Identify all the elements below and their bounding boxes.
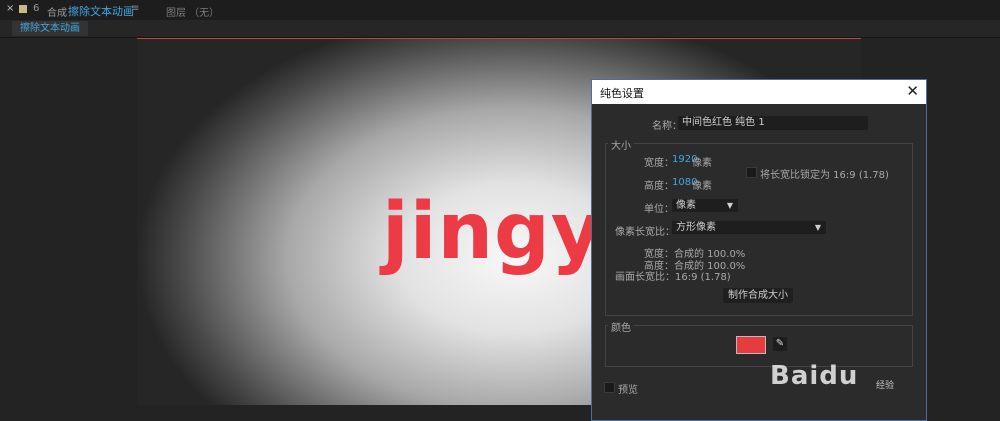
chevron-down-icon: ▼ xyxy=(814,223,821,232)
comp-tab-name[interactable]: 擦除文本动画 xyxy=(68,3,134,19)
comp-prefix-label: 合成 xyxy=(47,8,67,19)
dialog-titlebar: 纯色设置 ✕ xyxy=(592,80,926,104)
pixel-aspect-label: 像素长宽比： xyxy=(615,227,675,238)
comp-breadcrumb-tab[interactable]: 擦除文本动画 xyxy=(12,21,88,36)
close-tab-icon[interactable]: × xyxy=(6,3,14,14)
baidu-watermark: Baidu xyxy=(770,361,859,391)
lock-aspect-label: 将长宽比锁定为 16:9 (1.78) xyxy=(760,170,889,181)
unit-select[interactable]: 像素 ▼ xyxy=(672,199,738,212)
height-unit: 像素 xyxy=(692,181,712,192)
name-input[interactable]: 中间色红色 纯色 1 xyxy=(678,116,868,130)
pixel-aspect-select[interactable]: 方形像素 ▼ xyxy=(672,221,826,234)
eyedropper-icon[interactable]: ✎ xyxy=(773,337,787,351)
width-unit: 像素 xyxy=(692,158,712,169)
layer-tab[interactable]: 图层 （无） xyxy=(166,4,219,19)
make-comp-size-button[interactable]: 制作合成大小 xyxy=(723,288,793,303)
frame-aspect-ratio: 画面长宽比：16:9 (1.78) xyxy=(615,272,731,283)
solid-settings-dialog: 纯色设置 ✕ 名称： 中间色红色 纯色 1 大小 宽度： 1920 像素 将长宽… xyxy=(591,79,927,421)
preview-label: 预览 xyxy=(618,385,638,396)
lock-icon[interactable] xyxy=(19,5,27,13)
size-group-title: 大小 xyxy=(608,137,634,152)
chevron-down-icon: ▼ xyxy=(726,201,733,210)
panel-menu-icon[interactable]: ≡ xyxy=(131,3,139,14)
pixel-aspect-value: 方形像素 xyxy=(676,222,716,233)
color-swatch[interactable] xyxy=(736,336,766,354)
panel-tab-bar: × 6 合成 擦除文本动画 ≡ 图层 （无） xyxy=(0,0,1000,20)
unit-select-value: 像素 xyxy=(676,200,696,211)
unit-label: 单位： xyxy=(644,204,674,215)
color-group-title: 颜色 xyxy=(608,319,634,334)
composition-navigator: 擦除文本动画 xyxy=(0,20,1000,38)
comp-icon: 6 xyxy=(33,3,40,14)
width-label: 宽度： xyxy=(644,158,674,169)
preview-checkbox[interactable] xyxy=(604,382,615,393)
baidu-watermark-sub: 经验 xyxy=(876,381,895,391)
height-label: 高度： xyxy=(644,181,674,192)
dialog-title: 纯色设置 xyxy=(600,87,644,100)
close-icon[interactable]: ✕ xyxy=(906,82,919,100)
lock-aspect-checkbox[interactable] xyxy=(746,167,757,178)
